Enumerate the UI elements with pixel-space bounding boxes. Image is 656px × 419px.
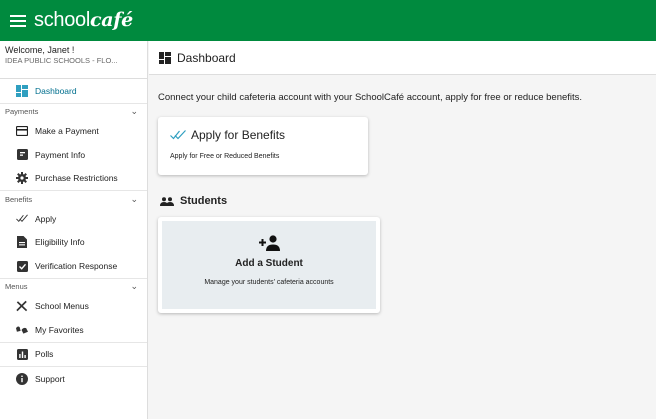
add-person-icon [259,235,280,251]
polls-icon [16,348,28,360]
sidebar-item-label: Apply [35,213,57,224]
section-label: Menus [5,282,28,291]
dashboard-icon [159,51,171,64]
sidebar-item-my-favorites[interactable]: My Favorites [0,318,147,342]
sidebar-item-verification-response[interactable]: Verification Response [0,254,147,278]
sidebar-item-label: Payment Info [35,149,86,160]
add-student-card-body: Add a Student Manage your students' cafe… [162,221,376,309]
students-heading: Students [160,195,227,207]
page-title: Dashboard [177,50,236,65]
sidebar-item-label: School Menus [35,301,89,312]
students-heading-label: Students [180,195,228,207]
chevron-down-icon: ⌄ [130,193,138,204]
brand-logo-emphasis: café [90,9,133,31]
clipboard-check-icon [16,260,28,272]
double-check-icon [16,213,28,225]
chevron-down-icon: ⌄ [130,106,138,116]
sidebar-item-polls[interactable]: Polls [0,343,147,367]
add-student-subtitle: Manage your students' cafeteria accounts [204,279,334,286]
welcome-text: Welcome, Janet ! [5,45,75,55]
page-header: Dashboard [149,41,656,75]
document-icon [16,236,28,249]
welcome-block: Welcome, Janet ! IDEA PUBLIC SCHOOLS - F… [0,41,147,79]
brand-logo-text: school [34,9,91,31]
sidebar-section-menus[interactable]: Menus ⌄ [0,277,147,295]
section-label: Benefits [5,194,33,204]
payment-info-icon [16,149,28,161]
brand-logo[interactable]: schoolcafé [34,9,133,32]
sidebar-item-label: Purchase Restrictions [35,173,118,184]
dashboard-icon [16,84,28,97]
sidebar-item-purchase-restrictions[interactable]: Purchase Restrictions [0,167,147,191]
benefits-card-title: Apply for Benefits [191,128,286,142]
school-name: IDEA PUBLIC SCHOOLS - FLO... [5,56,118,65]
sidebar-item-label: Eligibility Info [35,237,85,248]
sidebar-section-payments[interactable]: Payments ⌄ [0,102,147,120]
favorites-icon [16,324,28,336]
section-label: Payments [5,107,39,116]
sidebar-item-apply[interactable]: Apply [0,207,147,231]
add-student-title: Add a Student [235,258,303,269]
menu-icon[interactable] [10,14,26,27]
sidebar-item-label: Verification Response [35,260,118,271]
benefits-card-subtitle: Apply for Free or Reduced Benefits [170,153,280,160]
sidebar-item-payment-info[interactable]: Payment Info [0,143,147,167]
sidebar-item-label: Dashboard [35,85,77,96]
main-content: Dashboard Connect your child cafeteria a… [149,41,656,419]
chevron-down-icon: ⌄ [130,281,138,291]
students-icon [160,196,174,206]
sidebar-item-make-payment[interactable]: Make a Payment [0,120,147,144]
utensils-icon [16,300,28,312]
add-student-card[interactable]: Add a Student Manage your students' cafe… [158,217,380,313]
sidebar-item-dashboard[interactable]: Dashboard [0,79,147,103]
intro-text: Connect your child cafeteria account wit… [158,92,583,103]
double-check-icon [170,130,186,140]
sidebar-item-label: Make a Payment [35,126,99,137]
sidebar-item-label: My Favorites [35,324,84,335]
info-icon [16,372,28,385]
credit-card-icon [16,125,28,137]
sidebar-item-eligibility-info[interactable]: Eligibility Info [0,231,147,255]
sidebar-item-support[interactable]: Support [0,367,147,391]
top-bar: schoolcafé [0,0,656,41]
benefits-card-title-row: Apply for Benefits [170,128,368,142]
sidebar-section-benefits[interactable]: Benefits ⌄ [0,190,147,207]
sidebar-item-school-menus[interactable]: School Menus [0,295,147,319]
sidebar-item-label: Support [35,373,65,384]
restriction-gear-icon [16,172,28,185]
sidebar: Welcome, Janet ! IDEA PUBLIC SCHOOLS - F… [0,41,148,419]
apply-for-benefits-card[interactable]: Apply for Benefits Apply for Free or Red… [158,117,368,175]
sidebar-item-label: Polls [35,349,54,360]
